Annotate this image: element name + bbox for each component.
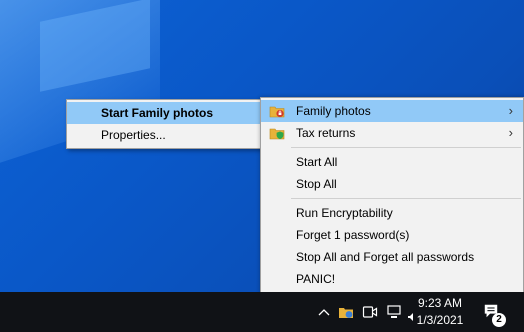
clock-time: 9:23 AM — [417, 296, 463, 310]
menu-item-stop-all[interactable]: Stop All — [261, 173, 523, 195]
vault-submenu: Start Family photos Properties... — [66, 99, 263, 149]
menu-item-panic[interactable]: PANIC! — [261, 268, 523, 290]
locked-folder-icon — [269, 103, 285, 119]
menu-item-label: Tax returns — [296, 126, 356, 140]
properties-menu-item[interactable]: Properties... — [67, 124, 262, 146]
menu-item-forget-passwords[interactable]: Forget 1 password(s) — [261, 224, 523, 246]
menu-item-label: Family photos — [296, 104, 371, 118]
clock-date: 1/3/2021 — [416, 313, 464, 327]
menu-item-stop-all-and-forget[interactable]: Stop All and Forget all passwords — [261, 246, 523, 268]
show-hidden-icons-icon[interactable] — [316, 304, 332, 320]
menu-separator — [291, 198, 521, 199]
menu-separator — [291, 147, 521, 148]
menu-item-run-encryptability[interactable]: Run Encryptability — [261, 202, 523, 224]
menu-item-tax-returns[interactable]: Tax returns › — [261, 122, 523, 144]
shielded-folder-icon — [269, 125, 285, 141]
taskbar: 9:23 AM 1/3/2021 2 — [0, 292, 524, 332]
tray-context-menu: Family photos › Tax returns › Start All … — [260, 97, 524, 295]
taskbar-clock[interactable]: 9:23 AM 1/3/2021 — [412, 295, 468, 329]
meet-now-icon[interactable] — [362, 304, 378, 320]
chevron-right-icon: › — [508, 103, 513, 118]
chevron-right-icon: › — [508, 125, 513, 140]
network-icon[interactable] — [386, 304, 402, 320]
start-vault-menu-item[interactable]: Start Family photos — [67, 102, 262, 124]
menu-item-start-all[interactable]: Start All — [261, 151, 523, 173]
vault-tray-icon[interactable] — [338, 304, 354, 320]
menu-item-family-photos[interactable]: Family photos › — [261, 100, 523, 122]
notification-count-badge: 2 — [492, 313, 506, 327]
